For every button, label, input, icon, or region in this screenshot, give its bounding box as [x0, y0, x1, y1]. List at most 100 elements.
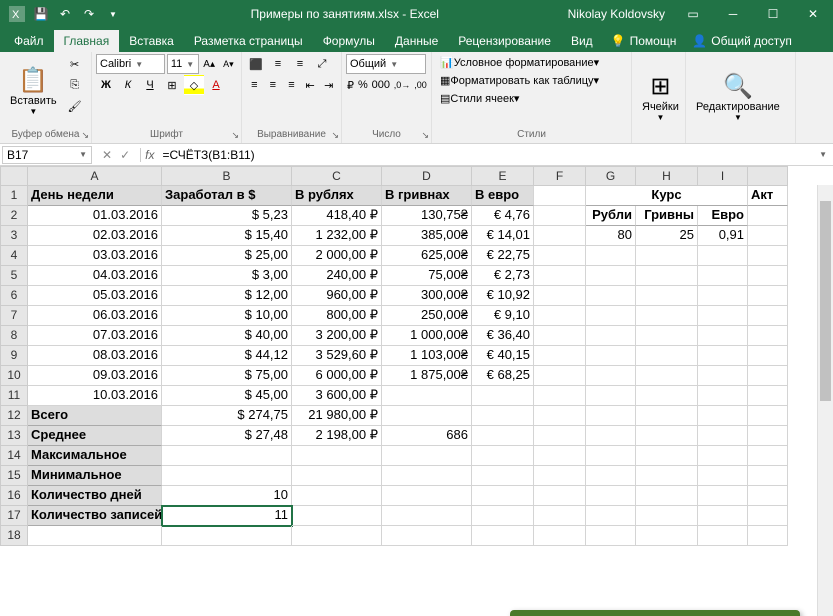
row-header[interactable]: 10 [0, 366, 28, 386]
cell[interactable] [586, 426, 636, 446]
fill-color-icon[interactable]: ◇ [184, 75, 204, 95]
cell[interactable] [292, 486, 382, 506]
cell[interactable] [636, 446, 698, 466]
cell[interactable] [636, 246, 698, 266]
cell[interactable] [636, 406, 698, 426]
cell[interactable] [534, 506, 586, 526]
save-icon[interactable]: 💾 [30, 3, 52, 25]
cell[interactable]: Минимальное [28, 466, 162, 486]
decrease-indent-icon[interactable]: ⇤ [302, 75, 319, 95]
font-name-combo[interactable]: Calibri▼ [96, 54, 165, 74]
col-header[interactable]: C [292, 166, 382, 186]
cell[interactable] [472, 506, 534, 526]
name-box[interactable]: B17▼ [2, 146, 92, 164]
orientation-icon[interactable]: ⤢ [312, 54, 332, 74]
cell[interactable] [534, 346, 586, 366]
col-header[interactable]: A [28, 166, 162, 186]
cell[interactable] [292, 506, 382, 526]
border-icon[interactable]: ⊞ [162, 75, 182, 95]
cell[interactable]: 75,00₴ [382, 266, 472, 286]
align-right-icon[interactable]: ≡ [283, 75, 300, 95]
row-header[interactable]: 16 [0, 486, 28, 506]
minimize-icon[interactable]: ─ [713, 0, 753, 28]
cell[interactable]: 250,00₴ [382, 306, 472, 326]
col-header[interactable]: F [534, 166, 586, 186]
tab-data[interactable]: Данные [385, 30, 448, 52]
cell[interactable]: 130,75₴ [382, 206, 472, 226]
cell[interactable] [636, 326, 698, 346]
cell[interactable]: $ 27,48 [162, 426, 292, 446]
cell[interactable] [472, 406, 534, 426]
row-header[interactable]: 3 [0, 226, 28, 246]
row-header[interactable]: 9 [0, 346, 28, 366]
tab-home[interactable]: Главная [54, 30, 120, 52]
col-header[interactable]: H [636, 166, 698, 186]
cell[interactable] [534, 446, 586, 466]
cell[interactable]: Всего [28, 406, 162, 426]
align-middle-icon[interactable]: ≡ [268, 54, 288, 74]
cell[interactable]: 04.03.2016 [28, 266, 162, 286]
row-header[interactable]: 13 [0, 426, 28, 446]
bold-button[interactable]: Ж [96, 75, 116, 95]
cell[interactable] [748, 426, 788, 446]
cell[interactable] [636, 526, 698, 546]
cell[interactable] [698, 366, 748, 386]
cell[interactable]: День недели [28, 186, 162, 206]
cell[interactable]: $ 40,00 [162, 326, 292, 346]
conditional-formatting-button[interactable]: 📊 Условное форматирование ▾ [436, 54, 627, 71]
cell[interactable]: 1 875,00₴ [382, 366, 472, 386]
cell[interactable]: 21 980,00 ₽ [292, 406, 382, 426]
col-header[interactable] [748, 166, 788, 186]
enter-formula-icon[interactable]: ✓ [120, 148, 130, 162]
cell[interactable] [586, 466, 636, 486]
increase-indent-icon[interactable]: ⇥ [320, 75, 337, 95]
italic-button[interactable]: К [118, 75, 138, 95]
cell[interactable]: 1 000,00₴ [382, 326, 472, 346]
cell[interactable]: Курс [586, 186, 748, 206]
tab-view[interactable]: Вид [561, 30, 603, 52]
editing-button[interactable]: 🔍Редактирование▼ [690, 54, 786, 139]
paste-button[interactable]: 📋 Вставить ▼ [4, 54, 63, 128]
cell[interactable]: 625,00₴ [382, 246, 472, 266]
qat-dropdown-icon[interactable]: ▼ [102, 3, 124, 25]
cell[interactable]: $ 12,00 [162, 286, 292, 306]
cell[interactable]: 80 [586, 226, 636, 246]
user-name[interactable]: Nikolay Koldovsky [560, 7, 673, 21]
cell[interactable] [698, 486, 748, 506]
cell[interactable] [382, 506, 472, 526]
cell[interactable] [586, 366, 636, 386]
align-left-icon[interactable]: ≡ [246, 75, 263, 95]
cell[interactable] [748, 506, 788, 526]
cell[interactable] [698, 266, 748, 286]
cell[interactable] [698, 426, 748, 446]
cell[interactable] [534, 406, 586, 426]
cell[interactable] [534, 386, 586, 406]
cell[interactable] [586, 486, 636, 506]
excel-icon[interactable]: X [6, 3, 28, 25]
cell[interactable] [748, 326, 788, 346]
row-header[interactable]: 4 [0, 246, 28, 266]
cell[interactable] [698, 466, 748, 486]
increase-decimal-icon[interactable]: ,0→ [393, 75, 412, 95]
cell[interactable]: 2 000,00 ₽ [292, 246, 382, 266]
cell[interactable] [698, 386, 748, 406]
align-launcher-icon[interactable]: ↘ [331, 130, 339, 141]
format-as-table-button[interactable]: ▦ Форматировать как таблицу ▾ [436, 72, 627, 89]
fx-icon[interactable]: fx [140, 148, 158, 162]
font-size-combo[interactable]: 11▼ [167, 54, 199, 74]
cell[interactable] [698, 526, 748, 546]
cell[interactable] [698, 246, 748, 266]
cell[interactable] [748, 386, 788, 406]
cell[interactable] [586, 446, 636, 466]
row-header[interactable]: 14 [0, 446, 28, 466]
ribbon-options-icon[interactable]: ▭ [673, 0, 713, 28]
currency-icon[interactable]: ₽ [346, 75, 355, 95]
cells-button[interactable]: ⊞Ячейки▼ [636, 54, 685, 139]
formula-bar[interactable]: =СЧЁТЗ(B1:B11) [158, 148, 819, 162]
cell[interactable] [472, 426, 534, 446]
cell[interactable]: 09.03.2016 [28, 366, 162, 386]
cell[interactable]: 06.03.2016 [28, 306, 162, 326]
close-icon[interactable]: ✕ [793, 0, 833, 28]
cell[interactable]: Среднее [28, 426, 162, 446]
font-launcher-icon[interactable]: ↘ [231, 130, 239, 141]
